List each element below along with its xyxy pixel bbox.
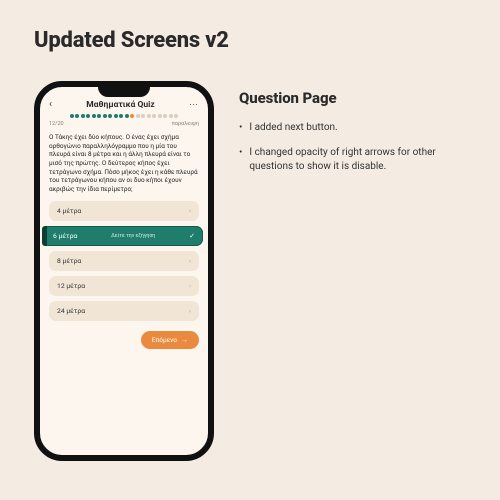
check-icon: ✓ <box>189 232 195 240</box>
question-text: Ο Τάκης έχει δύο κήπους. Ο ένας έχει σχή… <box>49 133 199 193</box>
chevron-right-icon: › <box>189 257 191 265</box>
quiz-title: Μαθηματικά Quiz <box>52 100 189 110</box>
next-button[interactable]: Επόμενο → <box>141 331 199 349</box>
explanation-link[interactable]: Δείτε την εξήγηση <box>111 233 155 239</box>
answer-label: 8 μέτρα <box>57 257 81 265</box>
answer-label: 6 μέτρα <box>53 232 77 240</box>
answer-label: 24 μέτρα <box>57 307 85 315</box>
question-counter: 12/20 <box>49 121 64 127</box>
chevron-right-icon: › <box>189 282 191 290</box>
answer-option-selected[interactable]: 6 μέτρα Δείτε την εξήγηση ✓ <box>45 226 203 246</box>
progress-bar <box>49 114 199 118</box>
quiz-header: ‹ Μαθηματικά Quiz ⋯ <box>49 99 199 110</box>
answer-option[interactable]: 12 μέτρα › <box>49 276 199 296</box>
phone-notch <box>98 87 150 97</box>
chevron-right-icon: › <box>189 307 191 315</box>
notes-list: I added next button. I changed opacity o… <box>239 121 466 175</box>
quiz-meta: 12/20 παραλειψη <box>49 121 199 127</box>
menu-icon[interactable]: ⋯ <box>189 100 199 110</box>
page-title: Updated Screens v2 <box>34 28 466 53</box>
arrow-right-icon: → <box>181 336 188 344</box>
answer-option[interactable]: 8 μέτρα › <box>49 251 199 271</box>
answer-option[interactable]: 4 μέτρα › <box>49 201 199 221</box>
content-row: ‹ Μαθηματικά Quiz ⋯ 12/20 παραλειψη Ο Τά… <box>34 81 466 461</box>
section-heading: Question Page <box>239 89 466 107</box>
chevron-right-icon: › <box>189 207 191 215</box>
note-item: I added next button. <box>239 121 466 136</box>
notes-column: Question Page I added next button. I cha… <box>239 81 466 185</box>
answer-list: 4 μέτρα › 6 μέτρα Δείτε την εξήγηση ✓ 8 … <box>49 201 199 321</box>
answer-option[interactable]: 24 μέτρα › <box>49 301 199 321</box>
phone-mockup: ‹ Μαθηματικά Quiz ⋯ 12/20 παραλειψη Ο Τά… <box>34 81 214 461</box>
skip-link[interactable]: παραλειψη <box>172 121 199 127</box>
answer-label: 12 μέτρα <box>57 282 85 290</box>
note-item: I changed opacity of right arrows for ot… <box>239 146 466 175</box>
next-button-label: Επόμενο <box>152 336 177 344</box>
answer-label: 4 μέτρα <box>57 207 81 215</box>
